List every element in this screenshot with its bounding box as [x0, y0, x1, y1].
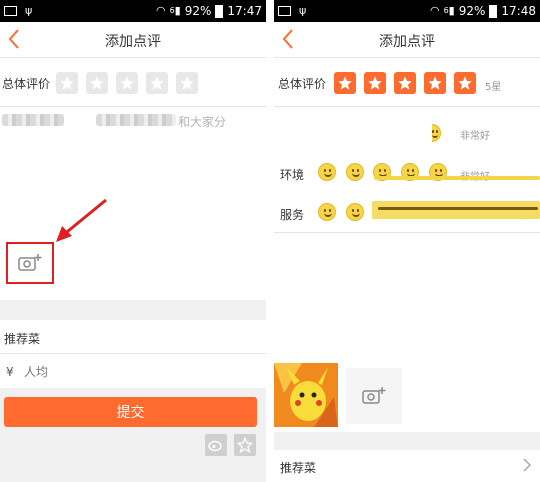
per-person-input[interactable]: [24, 362, 224, 382]
chevron-right-icon[interactable]: [522, 457, 532, 473]
recommend-dish-label[interactable]: 推荐菜: [280, 459, 316, 476]
pikachu-image: [274, 363, 338, 427]
star-icon[interactable]: [394, 72, 416, 94]
wifi-icon: ◠: [429, 4, 440, 17]
right-screen: ψ ◠ 6▮ 92% 17:48 添加点评 总体评价 5星 非常好 环境 非常好…: [274, 0, 540, 482]
star-outline-icon: [237, 437, 253, 453]
recommend-dish-label[interactable]: 推荐菜: [4, 330, 40, 347]
add-photo-button[interactable]: [346, 368, 402, 424]
panel-separator: [266, 0, 274, 482]
scribble-mark: [378, 207, 538, 210]
left-screen: ψ ◠ 6▮ 92% 17:47 添加点评 总体评价 和大家分 推荐菜 ¥ 人均…: [0, 0, 266, 482]
star-icon[interactable]: [176, 72, 198, 94]
nav-bar: 添加点评: [0, 22, 266, 58]
battery-percent: 92%: [458, 4, 486, 18]
divider: [0, 106, 266, 107]
star-icon[interactable]: [56, 72, 78, 94]
star-count-label: 5星: [485, 82, 502, 93]
status-bar: ψ ◠ 6▮ 92% 17:48: [274, 0, 540, 22]
star-icon[interactable]: [146, 72, 168, 94]
smiley-icon[interactable]: [432, 124, 441, 142]
usb-icon: ψ: [299, 4, 307, 17]
weibo-icon: [208, 440, 222, 452]
signal-icon: 6▮: [443, 4, 455, 17]
nav-bar: 添加点评: [274, 22, 540, 58]
image-notification-icon: [4, 6, 17, 16]
usb-icon: ψ: [25, 4, 33, 17]
battery-icon: [489, 4, 498, 18]
section-gap: [274, 432, 540, 450]
taste-rating-word: 非常好: [460, 131, 490, 142]
signal-tag: 6: [169, 6, 175, 15]
uploaded-photo-thumbnail[interactable]: [274, 363, 338, 427]
currency-symbol: ¥: [6, 365, 14, 379]
scribble-mark: [372, 201, 540, 219]
status-bar: ψ ◠ 6▮ 92% 17:47: [0, 0, 266, 22]
scribble-mark: [374, 176, 540, 180]
environment-label: 环境: [280, 168, 305, 182]
battery-percent: 92%: [184, 4, 212, 18]
star-icon[interactable]: [116, 72, 138, 94]
signal-tag: 6: [443, 6, 449, 15]
review-text-blurred: [96, 114, 176, 126]
star-icon[interactable]: [424, 72, 446, 94]
divider: [0, 353, 266, 354]
signal-icon: 6▮: [169, 4, 181, 17]
clock: 17:48: [501, 4, 536, 18]
page-title: 添加点评: [379, 34, 435, 50]
star-icon[interactable]: [86, 72, 108, 94]
wifi-icon: ◠: [155, 4, 166, 17]
divider: [274, 106, 540, 107]
star-icon[interactable]: [454, 72, 476, 94]
highlight-box: [6, 242, 54, 284]
smiley-icon[interactable]: [346, 163, 364, 181]
smiley-icon[interactable]: [318, 163, 336, 181]
submit-button[interactable]: 提交: [4, 397, 257, 427]
camera-add-icon: [362, 387, 386, 404]
favorite-button[interactable]: [234, 434, 256, 456]
divider: [274, 232, 540, 233]
smiley-icon[interactable]: [346, 203, 364, 221]
overall-rating-label: 总体评价: [278, 77, 327, 91]
service-label: 服务: [280, 208, 305, 222]
smiley-icon[interactable]: [318, 203, 336, 221]
review-text-blurred: [2, 114, 64, 126]
red-arrow-icon: [56, 198, 107, 242]
star-icon[interactable]: [334, 72, 356, 94]
review-text-fragment: 和大家分: [178, 115, 227, 129]
overall-rating-label: 总体评价: [2, 77, 51, 91]
clock: 17:47: [227, 4, 262, 18]
page-title: 添加点评: [105, 34, 161, 50]
share-weibo-button[interactable]: [205, 434, 227, 456]
section-gap: [0, 300, 266, 320]
battery-icon: [215, 4, 224, 18]
image-notification-icon: [278, 6, 291, 16]
star-icon[interactable]: [364, 72, 386, 94]
